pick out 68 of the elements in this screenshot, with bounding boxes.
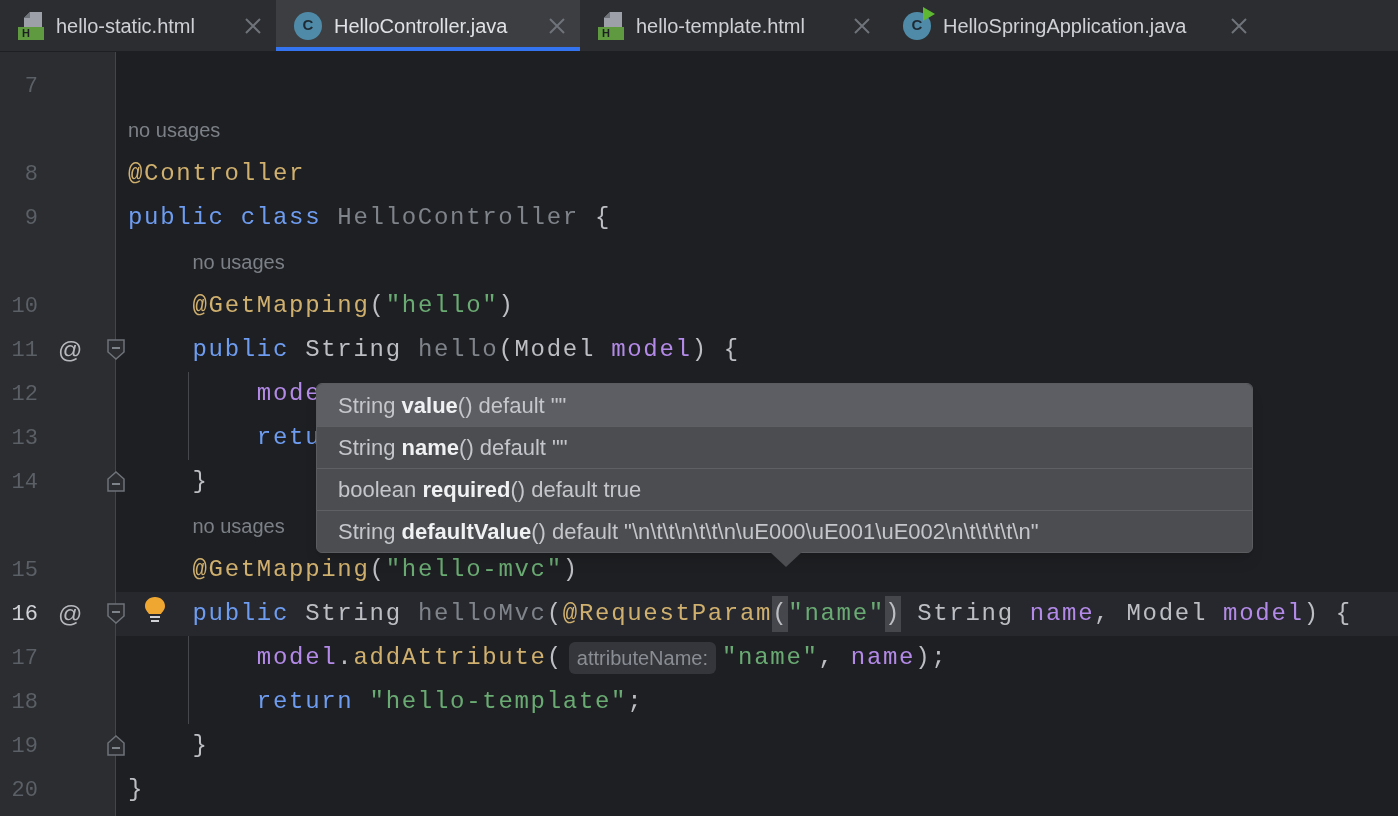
punctuation: ) { <box>691 335 740 365</box>
signature-option[interactable]: String name() default "" <box>317 426 1252 468</box>
string-literal: "hello-template" <box>369 687 628 717</box>
parameter-name: model <box>256 643 338 673</box>
annotation: @Controller <box>128 159 306 189</box>
fold-marker-icon[interactable] <box>107 603 125 624</box>
identifier: hello <box>417 335 499 365</box>
matched-brace: ( <box>772 596 789 632</box>
parameter-name: model <box>611 335 692 365</box>
close-icon <box>853 16 871 35</box>
punctuation: ); <box>915 643 948 673</box>
usages-hint[interactable]: no usages <box>192 511 285 541</box>
method-name: addAttribute <box>353 643 547 673</box>
punctuation: ( <box>546 599 563 629</box>
type-name: String <box>305 335 402 365</box>
implemented-marker[interactable]: @ <box>58 335 83 365</box>
identifier: helloMvc <box>417 599 547 629</box>
close-icon <box>244 16 262 35</box>
class-icon: C <box>294 11 322 40</box>
punctuation: ) <box>498 291 515 321</box>
signature-option[interactable]: String value() default "" <box>317 384 1252 426</box>
punctuation: } <box>192 467 209 497</box>
keyword: return <box>256 687 354 717</box>
punctuation: ) { <box>1303 599 1352 629</box>
usages-hint[interactable]: no usages <box>128 115 221 145</box>
punctuation: ( <box>546 643 563 673</box>
close-icon <box>1230 16 1248 35</box>
punctuation: ( <box>369 555 386 585</box>
keyword: public <box>192 335 290 365</box>
editor-tab[interactable]: C HelloController.java <box>276 0 580 51</box>
string-literal: "name" <box>788 599 885 629</box>
annotation: @RequestParam <box>562 599 773 629</box>
punctuation: . <box>337 643 354 673</box>
string-literal: "name" <box>721 643 819 673</box>
parameter-hint: attributeName: <box>568 642 716 674</box>
editor-tab[interactable]: H hello-template.html <box>580 0 885 51</box>
parameter-name: name <box>1029 599 1095 629</box>
annotation: @GetMapping <box>192 291 370 321</box>
string-literal: "hello" <box>385 291 499 321</box>
type-name: String <box>917 599 1014 629</box>
fold-marker-icon[interactable] <box>107 339 125 360</box>
identifier: HelloController <box>337 203 579 233</box>
fold-marker-icon[interactable] <box>107 735 125 756</box>
fold-marker-icon[interactable] <box>107 471 125 492</box>
keyword: public <box>192 599 290 629</box>
matched-brace: ) <box>884 596 901 632</box>
punctuation: } <box>128 775 145 805</box>
punctuation: (Model <box>498 335 596 365</box>
close-icon <box>548 16 566 35</box>
punctuation: } <box>192 731 209 761</box>
punctuation: { <box>595 203 612 233</box>
parameter-name: model <box>1223 599 1304 629</box>
parameter-name: name <box>850 643 916 673</box>
punctuation: , <box>818 643 835 673</box>
string-literal: "hello-mvc" <box>385 555 563 585</box>
annotation: @GetMapping <box>192 555 370 585</box>
punctuation: ( <box>369 291 386 321</box>
type-name: String <box>305 599 402 629</box>
signature-option[interactable]: boolean required() default true <box>317 468 1252 510</box>
implemented-marker[interactable]: @ <box>58 599 83 629</box>
editor-tab[interactable]: H hello-static.html <box>0 0 276 51</box>
punctuation: , Model <box>1094 599 1207 629</box>
keyword: public class <box>128 203 322 233</box>
editor-tab[interactable]: C HelloSpringApplication.java <box>885 0 1262 51</box>
punctuation: ) <box>562 555 579 585</box>
line-number: 16 <box>10 600 38 629</box>
usages-hint[interactable]: no usages <box>192 247 285 277</box>
punctuation: ; <box>627 687 644 717</box>
